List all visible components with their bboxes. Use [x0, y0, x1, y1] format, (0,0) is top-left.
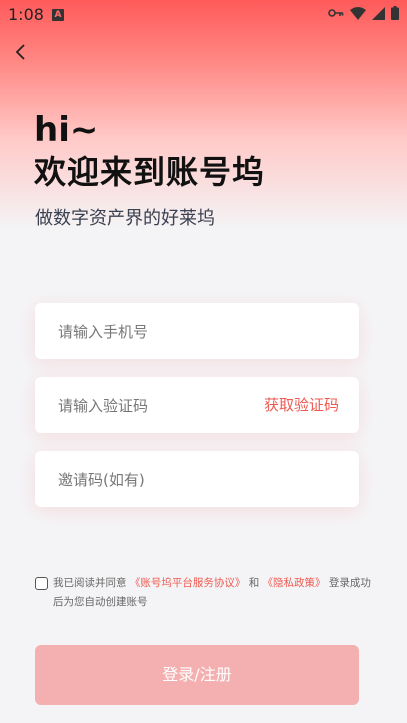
phone-input-card: [35, 303, 359, 361]
agreement-section: 我已阅读并同意 《账号坞平台服务协议》 和 《隐私政策》 登录成功后为您自动创建…: [35, 574, 375, 612]
battery-icon: [391, 6, 399, 20]
phone-input[interactable]: [56, 303, 260, 361]
agreement-text: 我已阅读并同意 《账号坞平台服务协议》 和 《隐私政策》 登录成功后为您自动创建…: [35, 574, 375, 612]
key-icon: [328, 8, 344, 18]
get-code-button[interactable]: 获取验证码: [264, 377, 339, 433]
status-bar: 1:08 A: [0, 0, 407, 30]
agreement-checkbox[interactable]: [35, 577, 48, 590]
code-input-card: 获取验证码: [35, 377, 359, 435]
signal-icon: [372, 6, 385, 20]
terms-link[interactable]: 《账号坞平台服务协议》: [130, 577, 246, 589]
welcome-title: 欢迎来到账号坞: [34, 153, 266, 191]
login-register-button[interactable]: 登录/注册: [35, 645, 359, 705]
app-notification-icon: A: [52, 9, 64, 21]
status-icons: [328, 6, 399, 20]
subtitle: 做数字资产界的好莱坞: [35, 208, 215, 229]
wifi-icon: [350, 6, 366, 20]
invite-code-input[interactable]: [56, 451, 260, 509]
back-arrow-icon: [10, 44, 34, 68]
verification-code-input[interactable]: [56, 377, 260, 435]
back-button[interactable]: [10, 40, 34, 64]
invite-input-card: [35, 451, 359, 509]
privacy-link[interactable]: 《隐私政策》: [263, 577, 326, 589]
agreement-prefix: 我已阅读并同意: [53, 577, 127, 589]
status-time: 1:08: [8, 5, 44, 24]
greeting-title: hi~: [34, 110, 99, 150]
agreement-and: 和: [248, 577, 260, 589]
